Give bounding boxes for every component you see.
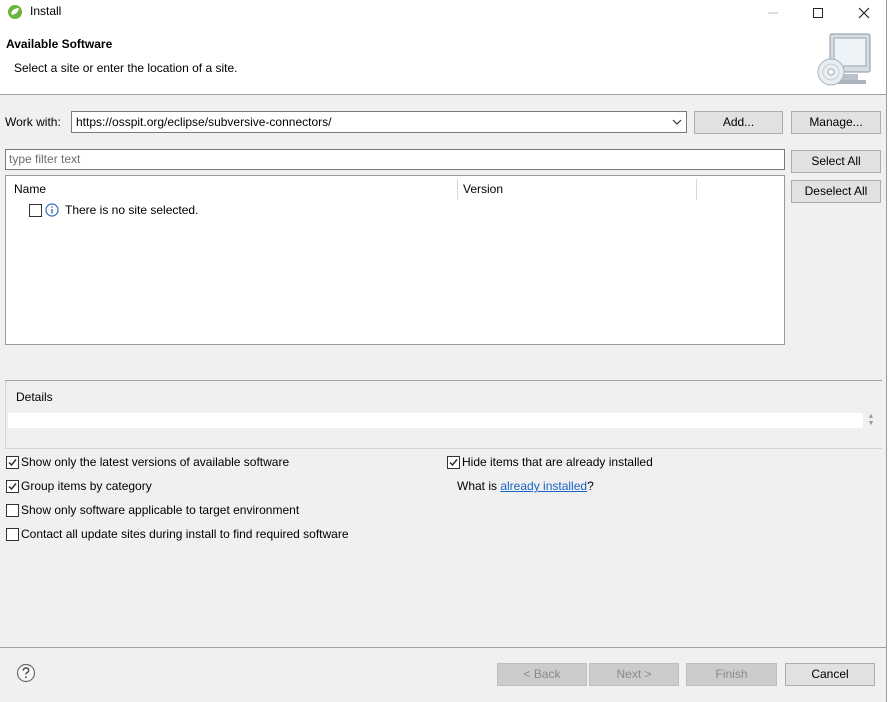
column-separator[interactable] [696,179,697,200]
add-button[interactable]: Add... [694,111,783,134]
info-icon [45,203,59,217]
software-table[interactable]: Name Version There is no site selected. [5,175,785,345]
what-is-prefix: What is [457,479,501,493]
checkmark-icon [449,459,458,467]
manage-button[interactable]: Manage... [791,111,881,134]
deselect-all-button[interactable]: Deselect All [791,180,881,203]
what-is-suffix: ? [587,479,594,493]
latest-versions-label: Show only the latest versions of availab… [21,455,290,469]
details-scrollbar[interactable]: ▲ ▼ [866,413,876,429]
column-separator[interactable] [457,179,458,200]
minimize-icon[interactable] [750,0,796,24]
next-button[interactable]: Next > [589,663,679,686]
contact-update-sites-label: Contact all update sites during install … [21,527,349,541]
target-environment-checkbox[interactable] [6,504,19,517]
contact-update-sites-checkbox[interactable] [6,528,19,541]
wizard-banner: Available Software Select a site or ente… [0,24,886,95]
work-with-label: Work with: [5,115,61,129]
filter-placeholder: type filter text [9,152,81,166]
group-by-category-checkbox[interactable] [6,480,19,493]
row-checkbox[interactable] [29,204,42,217]
window-title: Install [30,4,62,18]
already-installed-text: What is already installed? [457,479,594,493]
checkmark-icon [8,459,17,467]
filter-input[interactable]: type filter text [5,149,785,170]
close-icon[interactable] [841,0,887,24]
table-row[interactable]: There is no site selected. [65,203,198,217]
maximize-icon[interactable] [795,0,841,24]
hide-installed-label: Hide items that are already installed [462,455,653,469]
title-bar: Install [0,0,886,24]
banner-title: Available Software [6,37,113,51]
details-text-area[interactable] [8,413,863,428]
work-with-value: https://osspit.org/eclipse/subversive-co… [76,115,332,129]
select-all-button[interactable]: Select All [791,150,881,173]
chevron-down-icon[interactable] [672,115,682,129]
banner-description: Select a site or enter the location of a… [14,61,238,75]
work-with-combo[interactable]: https://osspit.org/eclipse/subversive-co… [71,111,687,133]
hide-installed-checkbox[interactable] [447,456,460,469]
latest-versions-checkbox[interactable] [6,456,19,469]
finish-button[interactable]: Finish [686,663,777,686]
footer-divider [0,647,886,648]
cancel-button[interactable]: Cancel [785,663,875,686]
window-border [886,0,890,702]
checkmark-icon [8,483,17,491]
back-button[interactable]: < Back [497,663,587,686]
help-icon[interactable] [16,663,36,683]
target-environment-label: Show only software applicable to target … [21,503,300,517]
column-header-version[interactable]: Version [463,182,503,196]
group-by-category-label: Group items by category [21,479,152,493]
computer-cd-icon [817,33,871,86]
column-header-name[interactable]: Name [14,182,46,196]
details-label: Details [14,390,55,404]
spring-app-icon [8,5,22,19]
already-installed-link[interactable]: already installed [500,479,587,493]
